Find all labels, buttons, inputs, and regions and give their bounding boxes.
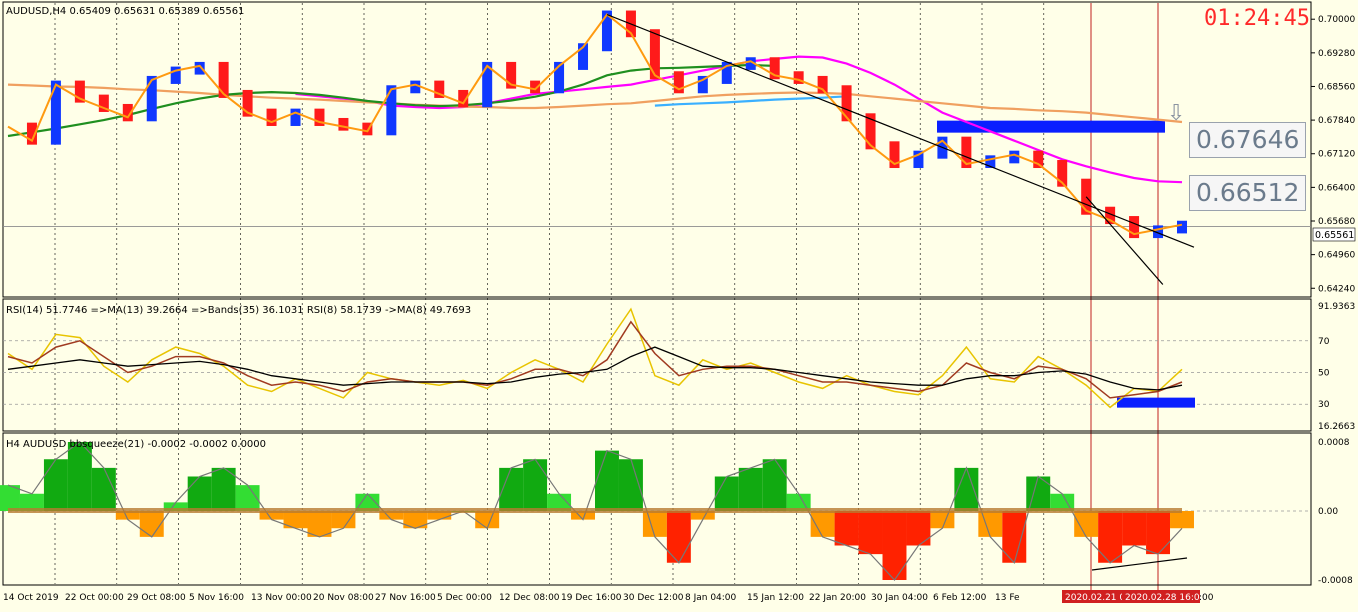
squeeze-bar bbox=[1146, 511, 1171, 555]
squeeze-bar bbox=[475, 511, 500, 529]
rsi-line-0 bbox=[7, 307, 1183, 409]
squeeze-bar bbox=[0, 485, 20, 511]
squeeze-dot-band bbox=[8, 508, 1182, 513]
server-clock: 01:24:45 bbox=[1204, 6, 1310, 31]
squeeze-bar bbox=[642, 511, 667, 537]
time-label: 13 Nov 00:00 bbox=[251, 593, 312, 603]
time-label: 15 Jan 12:00 bbox=[747, 593, 804, 603]
supply-zone bbox=[937, 120, 1165, 133]
squeeze-bar bbox=[523, 459, 548, 511]
time-label: 12 Dec 08:00 bbox=[499, 593, 560, 603]
level-label-upper: 0.67646 bbox=[1189, 122, 1307, 158]
price-candle bbox=[290, 108, 301, 126]
main-header: AUDUSD,H4 0.65409 0.65631 0.65389 0.6556… bbox=[6, 6, 244, 17]
rsi-zone bbox=[1117, 397, 1195, 408]
squeeze-bar bbox=[1098, 511, 1123, 563]
time-label: 20 Nov 08:00 bbox=[313, 593, 374, 603]
time-highlight-label: 2020.02.28 16:00 bbox=[1125, 593, 1206, 603]
price-tick-label: 0.67840 bbox=[1318, 116, 1355, 126]
time-label: 29 Oct 08:00 bbox=[127, 593, 186, 603]
squeeze-bar bbox=[331, 511, 356, 529]
price-tick-label: 0.68560 bbox=[1318, 82, 1355, 92]
time-label: 22 Oct 00:00 bbox=[65, 593, 124, 603]
time-label: 22 Jan 20:00 bbox=[809, 593, 866, 603]
price-axes: 0.70000 0.69280 0.68560 0.67840 0.67120 0.664… bbox=[1311, 15, 1355, 586]
time-label: 5 Dec 00:00 bbox=[437, 593, 492, 603]
level-label-lower: 0.66512 bbox=[1189, 175, 1307, 211]
time-label: 19 Dec 16:00 bbox=[561, 593, 622, 603]
squeeze-bar bbox=[930, 511, 955, 529]
main-price-panel[interactable] bbox=[3, 10, 1311, 285]
price-candle bbox=[338, 117, 349, 131]
time-label: 13 Fe bbox=[995, 593, 1020, 603]
rsi-tick-label: 30 bbox=[1318, 400, 1330, 410]
time-label: 14 Oct 2019 bbox=[3, 593, 59, 603]
time-label: 27 Nov 16:00 bbox=[375, 593, 436, 603]
rsi-tick-label: 91.9363 bbox=[1318, 302, 1355, 312]
ma-line-1 bbox=[7, 83, 1183, 124]
price-tick-label: 0.64960 bbox=[1318, 251, 1355, 261]
squeeze-bar bbox=[978, 511, 1003, 537]
time-label: 6 Feb 12:00 bbox=[933, 593, 987, 603]
squeeze-bar bbox=[738, 467, 763, 511]
price-candle bbox=[649, 29, 660, 80]
price-candle bbox=[1177, 220, 1187, 234]
price-tick-label: 0.65680 bbox=[1318, 217, 1355, 227]
rsi-tick-label: 50 bbox=[1318, 369, 1330, 379]
time-label: 5 Nov 16:00 bbox=[189, 593, 244, 603]
price-candle bbox=[50, 80, 61, 145]
price-candle bbox=[386, 85, 397, 136]
squeeze-bar bbox=[91, 467, 116, 511]
squeeze-bar bbox=[67, 442, 92, 511]
squeeze-panel[interactable] bbox=[0, 441, 1311, 581]
squeeze-bar bbox=[762, 459, 787, 511]
squeeze-bar bbox=[1170, 511, 1194, 529]
price-tick-label: 0.64240 bbox=[1318, 284, 1355, 294]
squeeze-bar bbox=[882, 511, 907, 580]
price-tick-label: 0.67120 bbox=[1318, 150, 1355, 160]
squeeze-bar bbox=[666, 511, 691, 563]
price-candle bbox=[146, 75, 157, 122]
down-arrow-icon: ⇩ bbox=[1167, 101, 1185, 126]
rsi-line-1 bbox=[7, 320, 1183, 399]
trend-line-1 bbox=[1085, 196, 1164, 285]
time-label: 30 Jan 04:00 bbox=[871, 593, 928, 603]
price-tick-label: 0.66400 bbox=[1318, 183, 1355, 193]
squeeze-bar bbox=[1002, 511, 1027, 563]
current-price-label: 0.65561 bbox=[1315, 230, 1354, 241]
chart-canvas[interactable]: 0.70000 0.69280 0.68560 0.67840 0.67120 0.664… bbox=[0, 0, 1358, 608]
rsi-panel[interactable] bbox=[3, 307, 1311, 409]
ma-line-0 bbox=[295, 55, 1183, 184]
price-tick-label: 0.70000 bbox=[1318, 15, 1355, 25]
time-label: 8 Jan 04:00 bbox=[685, 593, 737, 603]
squeeze-tick-label: 0.00 bbox=[1318, 507, 1338, 517]
squeeze-bar bbox=[858, 511, 883, 555]
rsi-header: RSI(14) 51.7746 =>MA(13) 39.2664 =>Bands… bbox=[6, 305, 471, 316]
squeeze-bar bbox=[714, 476, 739, 511]
time-label-tail: :00 bbox=[1199, 593, 1214, 603]
squeeze-bar bbox=[187, 476, 212, 511]
squeeze-bar bbox=[1074, 511, 1099, 537]
squeeze-bar bbox=[834, 511, 859, 546]
price-candle bbox=[266, 108, 277, 126]
price-tick-label: 0.69280 bbox=[1318, 49, 1355, 59]
squeeze-tick-label: -0.0008 bbox=[1318, 576, 1353, 586]
rsi-tick-label: 70 bbox=[1318, 337, 1330, 347]
squeeze-tick-label: 0.0008 bbox=[1318, 438, 1350, 448]
squeeze-bar bbox=[43, 459, 68, 511]
price-candle bbox=[194, 61, 205, 75]
squeeze-bar bbox=[1122, 511, 1147, 546]
rsi-panel-frame bbox=[2, 298, 1312, 432]
squeeze-bar bbox=[810, 511, 835, 537]
squeeze-bar bbox=[595, 450, 619, 511]
price-candle bbox=[1033, 150, 1044, 169]
time-axis: 14 Oct 2019 22 Oct 00:00 29 Oct 08:00 5 Nov… bbox=[3, 590, 1214, 603]
rsi-tick-label: 16.2663 bbox=[1318, 422, 1355, 432]
time-label: 30 Dec 12:00 bbox=[623, 593, 684, 603]
squeeze-bar bbox=[307, 511, 332, 537]
squeeze-header: H4 AUDUSD bbsqueeze(21) -0.0002 -0.0002 … bbox=[6, 439, 266, 450]
squeeze-bar bbox=[906, 511, 931, 546]
